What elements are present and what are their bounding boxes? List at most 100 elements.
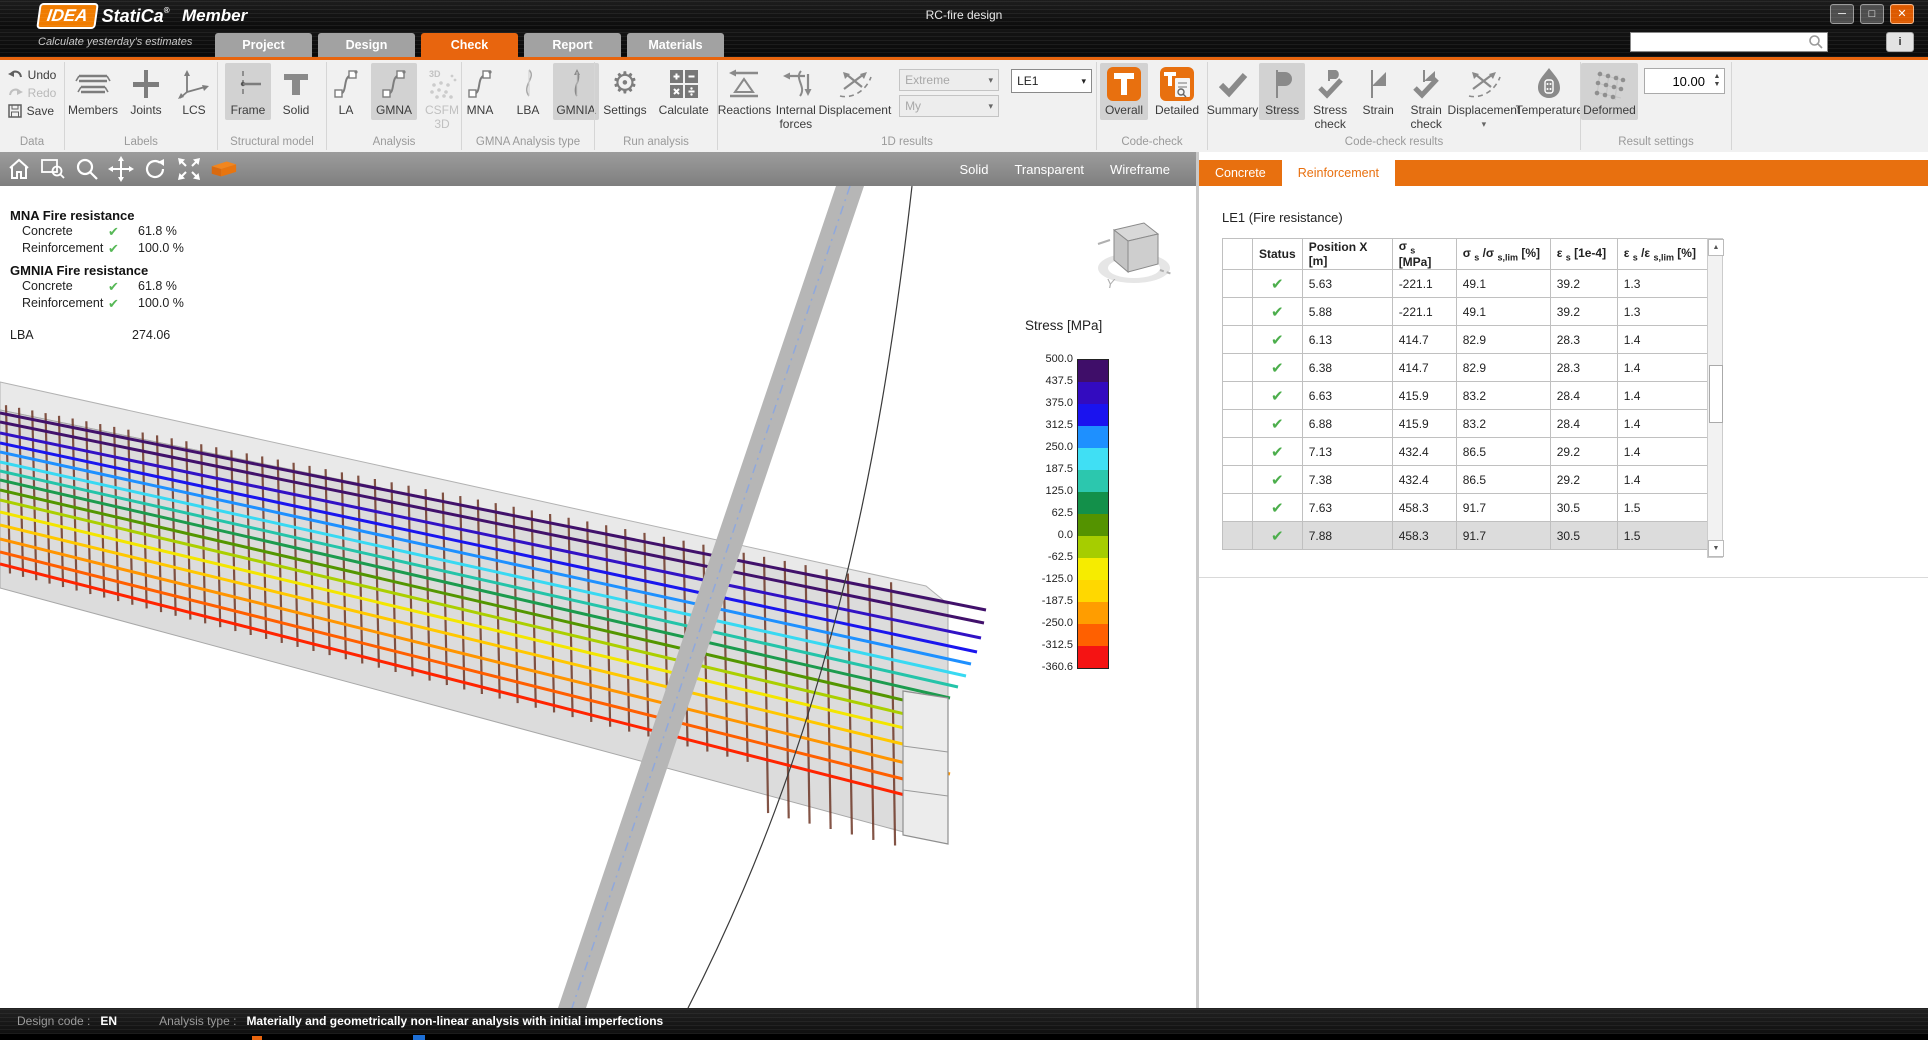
table-row[interactable]: ✔6.88415.983.228.41.4 bbox=[1223, 410, 1712, 438]
minimize-icon: ─ bbox=[1838, 9, 1846, 20]
design-code-value: EN bbox=[100, 1014, 117, 1028]
fit-view-button[interactable] bbox=[174, 155, 204, 183]
gmna-button[interactable]: GMNA bbox=[371, 63, 417, 120]
info-button[interactable]: i bbox=[1886, 32, 1914, 52]
view-mode-solid[interactable]: Solid bbox=[960, 162, 989, 177]
view-mode-wireframe[interactable]: Wireframe bbox=[1110, 162, 1170, 177]
rotate-button[interactable] bbox=[140, 155, 170, 183]
table-row[interactable]: ✔7.88458.391.730.51.5 bbox=[1223, 522, 1712, 550]
mna-button[interactable]: MNA bbox=[457, 63, 503, 120]
my-select[interactable]: My▾ bbox=[899, 95, 999, 117]
result-label: Concrete bbox=[22, 278, 108, 295]
solid-button[interactable]: Solid bbox=[273, 63, 319, 120]
la-button[interactable]: LA bbox=[323, 63, 369, 120]
stress-button[interactable]: Stress bbox=[1259, 63, 1305, 120]
table-row[interactable]: ✔5.88-221.149.139.21.3 bbox=[1223, 298, 1712, 326]
spin-down-icon[interactable]: ▼ bbox=[1710, 81, 1724, 89]
lba-button[interactable]: LBA bbox=[505, 63, 551, 120]
lba-row: LBA274.06 bbox=[10, 328, 184, 342]
settings-button[interactable]: ⚙ Settings bbox=[598, 63, 651, 120]
table-row[interactable]: ✔6.13414.782.928.31.4 bbox=[1223, 326, 1712, 354]
detailed-button[interactable]: Detailed bbox=[1150, 63, 1204, 120]
column-header[interactable]: ε s [1e-4] bbox=[1550, 239, 1617, 270]
deformed-button[interactable]: Deformed bbox=[1581, 63, 1638, 120]
spin-up-icon[interactable]: ▲ bbox=[1710, 73, 1724, 81]
displacement-results-icon bbox=[1465, 65, 1503, 103]
panel-tabs: ConcreteReinforcement bbox=[1199, 160, 1928, 186]
zoom-window-button[interactable] bbox=[38, 155, 68, 183]
result-section-title: MNA Fire resistance bbox=[10, 208, 184, 223]
tab-design[interactable]: Design bbox=[318, 33, 415, 57]
tab-project[interactable]: Project bbox=[215, 33, 312, 57]
lcs-button[interactable]: LCS bbox=[171, 63, 217, 120]
column-header[interactable]: Position X [m] bbox=[1302, 239, 1392, 270]
displacement-results-button[interactable]: Displacement ▾ bbox=[1451, 63, 1516, 132]
taskbar-icon bbox=[413, 1035, 425, 1040]
scroll-thumb[interactable] bbox=[1709, 365, 1723, 423]
table-cell: 82.9 bbox=[1456, 326, 1550, 354]
table-cell: 86.5 bbox=[1456, 438, 1550, 466]
joints-button[interactable]: Joints bbox=[123, 63, 169, 120]
table-row[interactable]: ✔7.13432.486.529.21.4 bbox=[1223, 438, 1712, 466]
summary-button[interactable]: Summary bbox=[1208, 63, 1257, 120]
overall-button[interactable]: Overall bbox=[1100, 63, 1148, 120]
ribbon-group-gmna-type: MNA LBA GMNIA GMNA Analysis type bbox=[462, 60, 594, 152]
pan-button[interactable] bbox=[106, 155, 136, 183]
table-row[interactable]: ✔6.38414.782.928.31.4 bbox=[1223, 354, 1712, 382]
panel-tab-reinforcement[interactable]: Reinforcement bbox=[1282, 160, 1395, 186]
save-button[interactable]: Save bbox=[4, 103, 61, 119]
gmnia-button[interactable]: GMNIA bbox=[553, 63, 599, 120]
maximize-button[interactable]: □ bbox=[1860, 4, 1884, 24]
strain-check-button[interactable]: Strain check bbox=[1403, 63, 1449, 134]
displacement-button[interactable]: Displacement bbox=[821, 63, 889, 120]
undo-button[interactable]: Undo bbox=[4, 67, 61, 83]
column-header[interactable]: Status bbox=[1253, 239, 1303, 270]
table-row[interactable]: ✔7.63458.391.730.51.5 bbox=[1223, 494, 1712, 522]
table-row[interactable]: ✔5.63-221.149.139.21.3 bbox=[1223, 270, 1712, 298]
zoom-button[interactable] bbox=[72, 155, 102, 183]
frame-button[interactable]: Frame bbox=[225, 63, 271, 120]
table-cell: 458.3 bbox=[1392, 494, 1456, 522]
home-view-button[interactable] bbox=[4, 155, 34, 183]
ribbon-group-analysis: LA GMNA 3D CSFM 3D Analysis bbox=[327, 60, 461, 152]
panel-tab-concrete[interactable]: Concrete bbox=[1199, 160, 1282, 186]
table-row[interactable]: ✔7.38432.486.529.21.4 bbox=[1223, 466, 1712, 494]
stress-check-button[interactable]: Stress check bbox=[1307, 63, 1353, 134]
ribbon-group-labels: Members Joints LCS Labels bbox=[65, 60, 217, 152]
load-case-select[interactable]: LE1▾ bbox=[1011, 69, 1092, 93]
legend-band bbox=[1078, 382, 1108, 404]
redo-button[interactable]: Redo bbox=[4, 85, 61, 101]
minimize-button[interactable]: ─ bbox=[1830, 4, 1854, 24]
scroll-up-button[interactable]: ▲ bbox=[1708, 239, 1724, 256]
search-input[interactable] bbox=[1631, 36, 1808, 48]
extreme-select[interactable]: Extreme▾ bbox=[899, 69, 999, 91]
strain-button[interactable]: Strain bbox=[1355, 63, 1401, 120]
table-cell: 7.88 bbox=[1302, 522, 1392, 550]
scroll-down-button[interactable]: ▼ bbox=[1708, 540, 1724, 557]
table-cell: 1.4 bbox=[1617, 438, 1711, 466]
tab-report[interactable]: Report bbox=[524, 33, 621, 57]
close-button[interactable]: ✕ bbox=[1890, 4, 1914, 24]
tab-check[interactable]: Check bbox=[421, 33, 518, 57]
info-icon: i bbox=[1898, 36, 1901, 48]
column-header[interactable]: σ s [MPa] bbox=[1392, 239, 1456, 270]
view-mode-transparent[interactable]: Transparent bbox=[1014, 162, 1084, 177]
concrete-brick-button[interactable] bbox=[208, 155, 238, 183]
reactions-icon bbox=[726, 65, 762, 103]
table-row[interactable]: ✔6.63415.983.228.41.4 bbox=[1223, 382, 1712, 410]
viewport-3d[interactable]: Y MNA Fire resistanceConcrete✔61.8 %Rein… bbox=[0, 186, 1196, 1008]
navigation-cube[interactable]: Y bbox=[1098, 223, 1172, 291]
table-cell: 432.4 bbox=[1392, 466, 1456, 494]
column-header[interactable] bbox=[1223, 239, 1253, 270]
reactions-button[interactable]: Reactions bbox=[718, 63, 771, 120]
table-scrollbar[interactable]: ▲ ▼ bbox=[1707, 238, 1723, 558]
deformed-scale-input[interactable] bbox=[1645, 69, 1710, 93]
members-button[interactable]: Members bbox=[65, 63, 121, 120]
column-header[interactable]: σ s /σ s,lim [%] bbox=[1456, 239, 1550, 270]
tab-materials[interactable]: Materials bbox=[627, 33, 724, 57]
internal-forces-button[interactable]: Internal forces bbox=[773, 63, 819, 134]
table-cell: 83.2 bbox=[1456, 410, 1550, 438]
temperature-button[interactable]: Temperature bbox=[1519, 63, 1580, 120]
column-header[interactable]: ε s /ε s,lim [%] bbox=[1617, 239, 1711, 270]
calculate-button[interactable]: Calculate bbox=[654, 63, 714, 120]
